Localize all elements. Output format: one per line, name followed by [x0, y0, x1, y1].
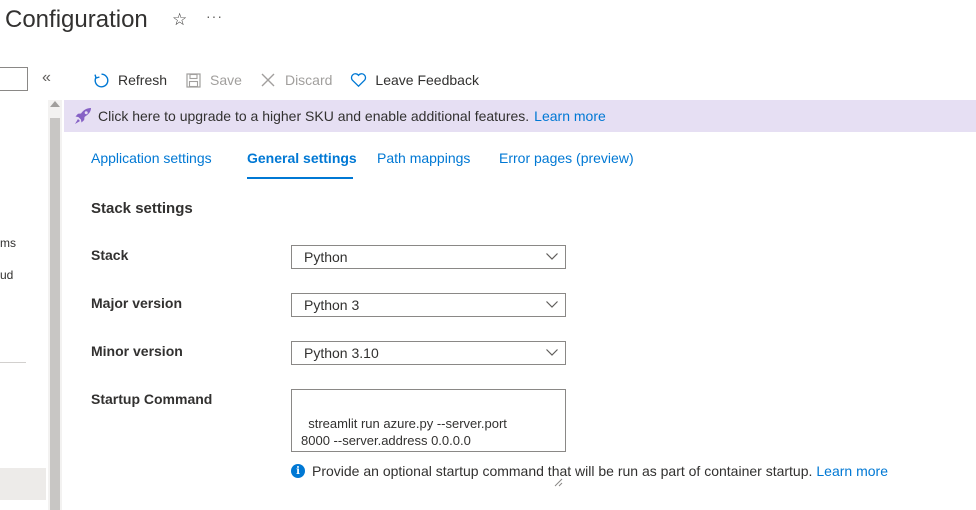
left-nav-item-fragment[interactable]: ud	[0, 268, 13, 282]
upgrade-banner[interactable]: Click here to upgrade to a higher SKU an…	[64, 100, 976, 132]
left-nav-selected-item[interactable]	[0, 468, 46, 500]
tab-path-mappings[interactable]: Path mappings	[377, 150, 470, 166]
heart-icon	[349, 71, 367, 89]
tab-application-settings[interactable]: Application settings	[91, 150, 212, 166]
discard-button[interactable]: Discard	[259, 71, 332, 89]
stack-value: Python	[304, 249, 348, 265]
tab-general-settings[interactable]: General settings	[247, 150, 357, 166]
save-icon	[184, 71, 202, 89]
close-icon	[259, 71, 277, 89]
title-bar: Configuration ☆ ···	[0, 0, 976, 44]
more-options-icon[interactable]: ···	[206, 8, 223, 24]
chevron-down-icon	[545, 297, 559, 314]
command-bar: Refresh Save Discard Leave Feedback	[92, 68, 496, 92]
star-icon[interactable]: ☆	[172, 10, 187, 30]
left-nav-item-fragment[interactable]: ms	[0, 236, 16, 250]
discard-label: Discard	[284, 72, 333, 88]
startup-command-label: Startup Command	[91, 391, 213, 407]
active-tab-indicator	[247, 177, 353, 179]
banner-learn-more-link[interactable]: Learn more	[534, 108, 606, 124]
minor-version-value: Python 3.10	[304, 345, 379, 361]
scroll-up-arrow-icon[interactable]	[50, 101, 60, 107]
stack-dropdown[interactable]: Python	[291, 245, 566, 269]
hint-learn-more-link[interactable]: Learn more	[816, 463, 888, 479]
leave-feedback-button[interactable]: Leave Feedback	[349, 71, 479, 89]
page-title: Configuration	[5, 6, 148, 33]
banner-message: Click here to upgrade to a higher SKU an…	[98, 108, 606, 124]
major-version-label: Major version	[91, 295, 183, 311]
section-title: Stack settings	[91, 200, 193, 217]
startup-command-textarea[interactable]: streamlit run azure.py --server.port 800…	[291, 389, 566, 487]
chevron-down-icon	[545, 249, 559, 266]
tab-error-pages[interactable]: Error pages (preview)	[499, 150, 634, 166]
startup-command-hint: i Provide an optional startup command th…	[291, 463, 888, 479]
startup-command-value: streamlit run azure.py --server.port 800…	[301, 416, 507, 448]
chevron-down-icon	[545, 345, 559, 362]
stack-label: Stack	[91, 247, 129, 263]
left-nav-divider	[0, 362, 26, 363]
major-version-dropdown[interactable]: Python 3	[291, 293, 566, 317]
refresh-label: Refresh	[118, 72, 168, 88]
collapse-nav-icon[interactable]: «	[42, 69, 51, 87]
save-label: Save	[210, 72, 242, 88]
save-button[interactable]: Save	[184, 71, 242, 89]
refresh-button[interactable]: Refresh	[92, 71, 167, 89]
resize-grip-icon[interactable]	[554, 440, 563, 487]
minor-version-dropdown[interactable]: Python 3.10	[291, 341, 566, 365]
major-version-value: Python 3	[304, 297, 360, 313]
leave-feedback-label: Leave Feedback	[375, 72, 479, 88]
minor-version-label: Minor version	[91, 343, 183, 359]
hint-text: Provide an optional startup command that…	[312, 463, 813, 479]
refresh-icon	[92, 71, 110, 89]
banner-text: Click here to upgrade to a higher SKU an…	[98, 108, 530, 124]
left-nav-search-input[interactable]	[0, 67, 28, 91]
info-icon: i	[291, 464, 305, 478]
scrollbar-thumb[interactable]	[50, 118, 60, 510]
rocket-icon	[73, 106, 93, 131]
